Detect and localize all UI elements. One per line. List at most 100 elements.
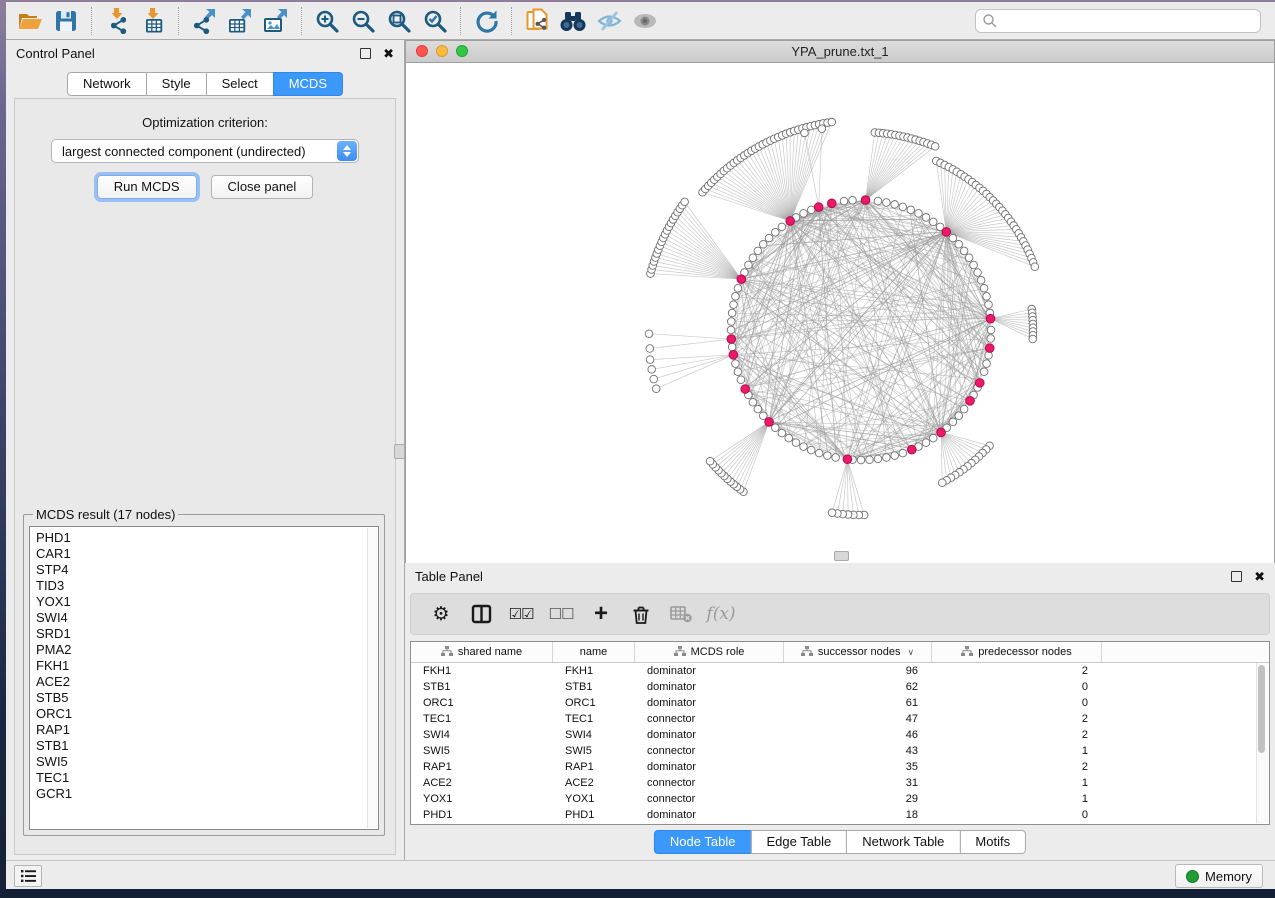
table-float-panel-icon[interactable] [1231,571,1242,582]
network-node[interactable] [922,439,930,447]
mcds-list-item[interactable]: STB5 [36,690,378,706]
network-node[interactable] [960,247,968,255]
network-node[interactable] [987,326,995,334]
network-node[interactable] [883,454,891,462]
network-node[interactable] [857,456,865,464]
network-node[interactable] [729,351,738,360]
network-node[interactable] [771,228,779,236]
network-node[interactable] [749,254,757,262]
select-all-icon[interactable]: ☑☑ [503,597,539,631]
mcds-list-scrollbar[interactable] [367,528,377,828]
zoom-selected-icon[interactable] [417,5,453,37]
network-node[interactable] [652,385,660,393]
network-node[interactable] [931,143,939,151]
network-node[interactable] [778,429,786,437]
table-close-panel-icon[interactable]: ✖ [1254,570,1265,583]
table-row[interactable]: FKH1FKH1dominator962 [411,663,1269,679]
network-node[interactable] [922,214,930,222]
network-node[interactable] [942,228,951,237]
mcds-list-item[interactable]: SWI5 [36,754,378,770]
network-node[interactable] [650,375,658,383]
network-node[interactable] [814,203,823,212]
mcds-list-item[interactable]: PMA2 [36,642,378,658]
close-panel-button[interactable]: Close panel [211,175,314,199]
network-node[interactable] [754,247,762,255]
tab-network-table[interactable]: Network Table [846,830,960,854]
network-titlebar[interactable]: YPA_prune.txt_1 [406,41,1274,63]
mcds-result-list[interactable]: PHD1CAR1STP4TID3YOX1SWI4SRD1PMA2FKH1ACE2… [29,526,379,830]
tab-motifs[interactable]: Motifs [959,830,1026,854]
close-window-icon[interactable] [416,45,428,57]
network-node[interactable] [891,201,899,209]
network-node[interactable] [706,457,714,465]
network-node[interactable] [974,269,982,277]
horizontal-splitter-handle[interactable] [834,551,849,561]
network-node[interactable] [765,234,773,242]
network-node[interactable] [874,455,882,463]
network-node[interactable] [949,418,957,426]
column-header-successor-nodes[interactable]: successor nodes∨ [784,642,932,662]
network-node[interactable] [730,301,738,309]
network-node[interactable] [891,452,899,460]
network-node[interactable] [732,293,740,301]
zoom-fit-icon[interactable] [381,5,417,37]
save-icon[interactable] [48,5,84,37]
network-node[interactable] [985,344,994,353]
network-node[interactable] [828,509,836,517]
network-node[interactable] [800,210,808,218]
export-network-icon[interactable] [186,5,222,37]
network-node[interactable] [970,261,978,269]
export-table-icon[interactable] [222,5,258,37]
search-input[interactable] [975,9,1261,33]
network-node[interactable] [727,335,736,344]
network-node[interactable] [745,261,753,269]
network-node[interactable] [681,198,689,206]
network-node[interactable] [754,405,762,413]
network-node[interactable] [732,360,740,368]
mcds-list-item[interactable]: SWI4 [36,610,378,626]
network-node[interactable] [785,434,793,442]
mcds-list-item[interactable]: TID3 [36,578,378,594]
mcds-list-item[interactable]: FKH1 [36,658,378,674]
network-node[interactable] [983,293,991,301]
export-image-icon[interactable] [258,5,294,37]
zoom-window-icon[interactable] [456,45,468,57]
network-node[interactable] [728,309,736,317]
table-row[interactable]: ORC1ORC1dominator610 [411,695,1269,711]
network-node[interactable] [828,118,836,126]
network-node[interactable] [792,439,800,447]
network-node[interactable] [646,345,654,353]
float-panel-icon[interactable] [360,48,371,59]
tab-mcds[interactable]: MCDS [273,72,343,96]
network-node[interactable] [741,385,750,394]
column-header-mcds-role[interactable]: MCDS role [635,642,784,662]
minimize-window-icon[interactable] [436,45,448,57]
network-node[interactable] [728,343,736,351]
open-folder-icon[interactable] [12,5,48,37]
eye-icon[interactable] [627,5,663,37]
column-header-shared-name[interactable]: shared name [411,642,553,662]
table-row[interactable]: SWI5SWI5connector431 [411,743,1269,759]
network-node[interactable] [929,218,937,226]
mcds-list-item[interactable]: CAR1 [36,546,378,562]
memory-button[interactable]: Memory [1175,864,1263,888]
table-row[interactable]: PHD1PHD1dominator180 [411,807,1269,823]
mcds-list-item[interactable]: SRD1 [36,626,378,642]
network-canvas[interactable] [406,63,1274,563]
network-node[interactable] [929,434,937,442]
network-node[interactable] [832,454,840,462]
network-node[interactable] [818,125,826,133]
tab-node-table[interactable]: Node Table [654,830,752,854]
mcds-list-item[interactable]: RAP1 [36,722,378,738]
table-row[interactable]: YOX1YOX1connector291 [411,791,1269,807]
import-table-icon[interactable] [135,5,171,37]
network-node[interactable] [977,276,985,284]
tab-select[interactable]: Select [206,72,274,96]
column-header-predecessor-nodes[interactable]: predecessor nodes [932,642,1102,662]
tab-style[interactable]: Style [146,72,207,96]
network-node[interactable] [645,330,653,338]
network-node[interactable] [646,356,654,364]
network-node[interactable] [955,240,963,248]
network-node[interactable] [827,199,836,208]
network-node[interactable] [807,446,815,454]
